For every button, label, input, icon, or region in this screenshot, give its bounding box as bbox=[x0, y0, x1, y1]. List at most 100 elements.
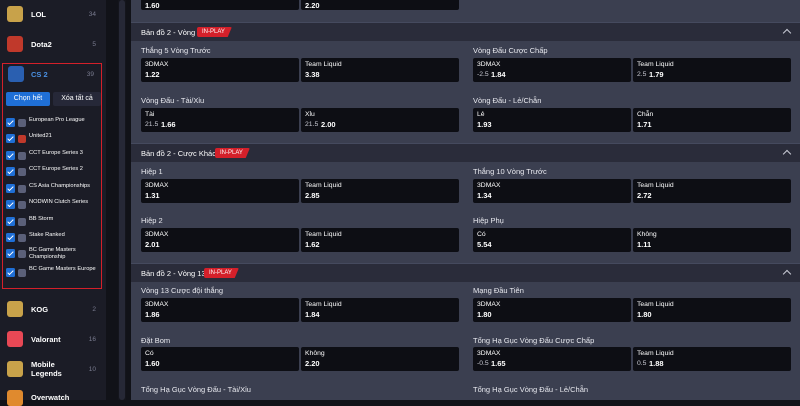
market-title: Đặt Bom bbox=[141, 336, 171, 345]
sidebar-game-mobile-legends[interactable]: Mobile Legends 10 bbox=[0, 358, 106, 380]
checkbox-checked-icon[interactable] bbox=[6, 217, 15, 226]
selection-label: Có bbox=[477, 231, 486, 238]
sidebar-game-kog[interactable]: KOG 2 bbox=[0, 299, 106, 319]
market-title: Vòng Đấu Cược Chấp bbox=[473, 46, 548, 55]
odds-button[interactable]: Chẵn 1.71 bbox=[633, 108, 791, 132]
checkbox-checked-icon[interactable] bbox=[6, 268, 15, 277]
odds-value: 1.60 bbox=[145, 359, 160, 368]
odds-value: 2.20 bbox=[305, 1, 320, 10]
league-item[interactable]: CS Asia Championships bbox=[5, 181, 100, 197]
sidebar-game-overwatch[interactable]: Overwatch bbox=[0, 390, 106, 406]
league-item[interactable]: Stake Ranked bbox=[5, 230, 100, 246]
sidebar-scrollbar[interactable] bbox=[118, 0, 126, 400]
selection-label: Team Liquid bbox=[637, 301, 674, 308]
selection-label: 3DMAX bbox=[145, 231, 169, 238]
game-name: Valorant bbox=[31, 334, 61, 344]
checkbox-checked-icon[interactable] bbox=[6, 134, 15, 143]
league-item[interactable]: BB Storm bbox=[5, 214, 100, 230]
sidebar-game-cs2[interactable]: CS 2 39 bbox=[3, 64, 100, 84]
league-item[interactable]: BC Game Masters Europe bbox=[5, 265, 100, 282]
odds-button[interactable]: 3DMAX 1.34 bbox=[473, 179, 631, 203]
checkbox-checked-icon[interactable] bbox=[6, 118, 15, 127]
select-all-button[interactable]: Chọn hết bbox=[6, 92, 50, 106]
odds-value: 1.79 bbox=[649, 70, 664, 79]
checkbox-checked-icon[interactable] bbox=[6, 233, 15, 242]
market-section-header[interactable]: Bản đồ 2 - Vòng 13 IN-PLAY bbox=[131, 263, 800, 282]
selection-label: Không bbox=[305, 350, 325, 357]
game-count: 10 bbox=[88, 365, 96, 373]
odds-button[interactable]: Có 1.60 bbox=[141, 347, 299, 371]
odds-button[interactable]: Xỉu 21.5 2.00 bbox=[301, 108, 459, 132]
odds-value: 2.85 bbox=[305, 191, 320, 200]
odds-button[interactable]: Tài 21.5 1.66 bbox=[141, 108, 299, 132]
league-item[interactable]: European Pro League bbox=[5, 115, 100, 131]
odds-button[interactable]: Team Liquid 1.62 bbox=[301, 228, 459, 252]
checkbox-checked-icon[interactable] bbox=[6, 151, 15, 160]
game-name: LOL bbox=[31, 9, 46, 19]
odds-button[interactable]: 3DMAX 2.01 bbox=[141, 228, 299, 252]
mobile-legends-icon bbox=[7, 361, 23, 377]
checkbox-checked-icon[interactable] bbox=[6, 249, 15, 258]
selection-label: Team Liquid bbox=[305, 61, 342, 68]
odds-button[interactable]: 3DMAX -0.5 1.65 bbox=[473, 347, 631, 371]
market-section-header[interactable]: Bản đồ 2 - Cược Khác IN-PLAY bbox=[131, 143, 800, 162]
odds-button[interactable]: Không 1.11 bbox=[633, 228, 791, 252]
odds-button[interactable]: Team Liquid 0.5 1.88 bbox=[633, 347, 791, 371]
league-item[interactable]: CCT Europe Series 3 bbox=[5, 148, 100, 164]
odds-button[interactable]: Team Liquid 1.80 bbox=[633, 298, 791, 322]
odds-button[interactable]: Team Liquid 1.84 bbox=[301, 298, 459, 322]
sidebar-game-lol[interactable]: LOL 34 bbox=[0, 4, 106, 24]
selection-label: Team Liquid bbox=[637, 350, 674, 357]
selection-label: Team Liquid bbox=[637, 182, 674, 189]
odds-value: 1.88 bbox=[649, 359, 664, 368]
league-item[interactable]: United21 bbox=[5, 131, 100, 147]
odds-button[interactable]: Không 2.20 bbox=[301, 347, 459, 371]
league-item[interactable]: BC Game Masters Championship bbox=[5, 246, 100, 263]
game-name: CS 2 bbox=[31, 69, 48, 79]
odds-value: 2.00 bbox=[321, 120, 336, 129]
odds-button[interactable]: 3DMAX -2.5 1.84 bbox=[473, 58, 631, 82]
game-count: 5 bbox=[92, 40, 96, 48]
selection-label: Có bbox=[145, 350, 154, 357]
odds-button[interactable]: Team Liquid 2.5 1.79 bbox=[633, 58, 791, 82]
odds-button[interactable]: Lẻ 1.93 bbox=[473, 108, 631, 132]
league-logo-icon bbox=[18, 269, 26, 277]
odds-button[interactable]: 3DMAX 1.86 bbox=[141, 298, 299, 322]
league-name: United21 bbox=[29, 133, 52, 139]
odds-button[interactable]: 3DMAX 1.31 bbox=[141, 179, 299, 203]
odds-button[interactable]: Team Liquid 2.72 bbox=[633, 179, 791, 203]
league-item[interactable]: NODWIN Clutch Series bbox=[5, 197, 100, 213]
odds-button[interactable]: Team Liquid 2.85 bbox=[301, 179, 459, 203]
league-logo-icon bbox=[18, 250, 26, 258]
odds-button[interactable]: 2.20 bbox=[301, 0, 459, 10]
lol-icon bbox=[7, 6, 23, 22]
checkbox-checked-icon[interactable] bbox=[6, 200, 15, 209]
game-name: Overwatch bbox=[31, 393, 70, 402]
sidebar-game-dota2[interactable]: Dota2 5 bbox=[0, 34, 106, 54]
selection-label: Team Liquid bbox=[305, 182, 342, 189]
league-item[interactable]: CCT Europe Series 2 bbox=[5, 164, 100, 180]
chevron-up-icon[interactable] bbox=[782, 269, 792, 279]
league-name: NODWIN Clutch Series bbox=[29, 199, 89, 205]
sidebar-game-valorant[interactable]: Valorant 16 bbox=[0, 329, 106, 349]
checkbox-checked-icon[interactable] bbox=[6, 184, 15, 193]
odds-button[interactable]: Có 5.54 bbox=[473, 228, 631, 252]
market-title: Hiệp 2 bbox=[141, 216, 163, 225]
chevron-up-icon[interactable] bbox=[782, 149, 792, 159]
checkbox-checked-icon[interactable] bbox=[6, 167, 15, 176]
odds-value: 1.62 bbox=[305, 240, 320, 249]
odds-button[interactable]: 3DMAX 1.80 bbox=[473, 298, 631, 322]
odds-value: 1.31 bbox=[145, 191, 160, 200]
odds-value: 1.93 bbox=[477, 120, 492, 129]
in-play-badge: IN-PLAY bbox=[215, 148, 250, 158]
handicap-value: 21.5 bbox=[305, 121, 319, 128]
odds-button[interactable]: 3DMAX 1.22 bbox=[141, 58, 299, 82]
odds-button[interactable]: 1.60 bbox=[141, 0, 299, 10]
handicap-value: -0.5 bbox=[477, 360, 489, 367]
market-section-header[interactable]: Bản đồ 2 - Vòng IN-PLAY bbox=[131, 22, 800, 41]
chevron-up-icon[interactable] bbox=[782, 28, 792, 38]
clear-all-button[interactable]: Xóa tất cả bbox=[53, 92, 101, 106]
odds-value: 5.54 bbox=[477, 240, 492, 249]
odds-button[interactable]: Team Liquid 3.38 bbox=[301, 58, 459, 82]
scrollbar-thumb[interactable] bbox=[119, 0, 125, 400]
